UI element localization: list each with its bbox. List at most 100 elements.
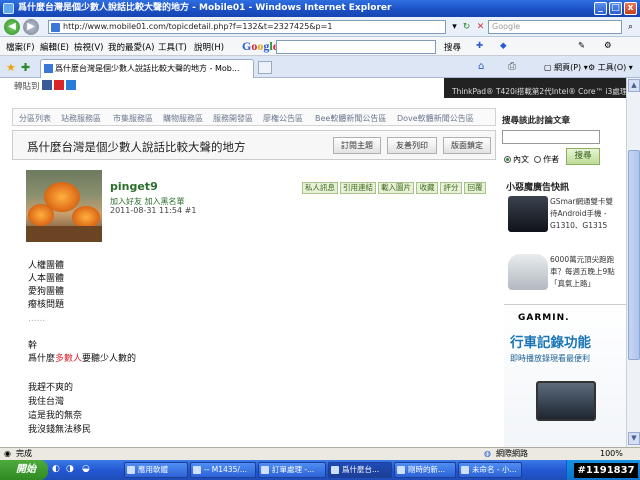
refresh-icon[interactable]: ↻ (460, 20, 473, 34)
forward-button[interactable]: ▶ (23, 19, 39, 35)
menu-file[interactable]: 檔案(F) (6, 41, 35, 53)
nav-item-service-dev[interactable]: 服務開發區 (213, 113, 253, 124)
google-search-button[interactable]: 搜尋 (444, 41, 461, 53)
post-username[interactable]: pinget9 (110, 180, 158, 193)
ie-icon (331, 466, 339, 474)
taskbar-item-notepad[interactable]: 未命名 - 小... (458, 462, 522, 478)
add-favorite-icon[interactable]: ✚ (21, 61, 30, 74)
taskbar-label: 剛時的新... (408, 465, 446, 474)
search-input[interactable]: Google (488, 20, 622, 34)
status-text: 完成 (16, 449, 32, 458)
post-line: 人權團體 (28, 261, 65, 271)
stop-icon[interactable]: ✕ (474, 20, 487, 34)
window-title: 爲什麼台灣是個少數人說話比較大聲的地方 - Mobile01 - Windows… (18, 3, 392, 13)
new-tab-button[interactable] (258, 61, 272, 74)
facebook-icon[interactable] (42, 80, 52, 90)
post-line: 我住台灣 (28, 397, 65, 407)
address-input[interactable]: http://www.mobile01.com/topicdetail.php?… (48, 20, 446, 34)
plurk-icon[interactable] (54, 80, 64, 90)
favorites-star-icon[interactable]: ★ (6, 61, 16, 74)
ad-car-text[interactable]: 6000萬元頂尖跑跑車？每週五晚上9點「真氣上路」 (550, 254, 620, 290)
page-menu[interactable]: ▢ 網頁(P) ▾ (544, 62, 588, 73)
tab-label: 爲什麼台灣是個少數人說話比較大聲的地方 - Mob... (55, 64, 240, 73)
sidebar-search-input[interactable] (502, 130, 600, 144)
thread-title: 爲什麼台灣是個少數人說話比較大聲的地方 (27, 140, 246, 154)
search-scope-radios: 內文 作者 (504, 154, 559, 165)
scroll-up-icon[interactable]: ▲ (628, 79, 640, 92)
menu-view[interactable]: 檢視(V) (74, 41, 103, 53)
nav-item-site-service[interactable]: 站務服務區 (61, 113, 101, 124)
nav-item-announcements[interactable]: 廖権公告區 (263, 113, 303, 124)
start-button[interactable]: 開始 (0, 460, 48, 480)
radio-author[interactable] (534, 156, 542, 163)
home-icon[interactable]: ⌂ (478, 61, 484, 72)
tools-menu[interactable]: ⚙ 工具(O) ▾ (588, 62, 633, 73)
toolbar-diamond-icon[interactable]: ◆ (500, 41, 507, 51)
nav-item-board-list[interactable]: 分區列表 (19, 113, 51, 124)
zoom-level[interactable]: 100% (600, 448, 623, 460)
tab-row: ★ ✚ 爲什麼台灣是個少數人說話比較大聲的地方 - Mob... ⌂ ⎙ ▢ 網… (0, 56, 640, 78)
page-icon (51, 23, 60, 32)
sidebar-search-button[interactable]: 搜尋 (566, 148, 600, 165)
close-button[interactable]: x (624, 2, 637, 15)
ad-car-image[interactable] (508, 254, 548, 290)
tab-current[interactable]: 爲什麼台灣是個少數人說話比較大聲的地方 - Mob... (40, 59, 254, 78)
quicklaunch-icon[interactable]: ◑ (66, 464, 74, 474)
radio-content[interactable] (504, 156, 511, 163)
google-toolbar-input[interactable] (276, 40, 436, 54)
vertical-scrollbar[interactable]: ▲ ▼ (626, 78, 640, 447)
done-icon: ◉ (4, 449, 11, 458)
garmin-ad[interactable]: GARMIN. 行車記錄功能 即時播放錄現看最便利 (504, 304, 626, 447)
taskbar-item-news[interactable]: 剛時的新... (394, 462, 456, 478)
menu-tools[interactable]: 工具(T) (158, 41, 187, 53)
favorite-button[interactable]: 收藏 (416, 182, 438, 194)
load-images-button[interactable]: 載入圖片 (378, 182, 414, 194)
print-icon[interactable]: ⎙ (508, 61, 516, 72)
toolbar-share-icon[interactable]: ✚ (476, 41, 483, 51)
twitter-icon[interactable] (66, 80, 76, 90)
scroll-thumb[interactable] (628, 150, 640, 360)
subscribe-button[interactable]: 訂閱主題 (333, 137, 381, 154)
nav-item-bee-news[interactable]: Bee軟體新聞公告區 (315, 113, 386, 124)
post-text: 爲什麼 (28, 354, 56, 364)
reply-button[interactable]: 回覆 (464, 182, 486, 194)
maximize-button[interactable]: □ (609, 2, 622, 15)
nav-item-dove-news[interactable]: Dove軟體新聞公告區 (397, 113, 474, 124)
avatar[interactable] (26, 170, 102, 242)
back-button[interactable]: ◀ (4, 19, 20, 35)
ad-section-title: 小惡魔廣告快訊 (506, 183, 570, 193)
rate-button[interactable]: 評分 (440, 182, 462, 194)
toolbar-options-icon[interactable]: ⚙ (604, 41, 612, 51)
google-logo: Google (242, 39, 278, 53)
post-date: 2011-08-31 11:54 #1 (110, 206, 197, 215)
taskbar-item-current-page[interactable]: 爲什麼台... (328, 462, 392, 478)
internet-zone-icon: ◍ (484, 449, 491, 458)
taskbar-item-orders[interactable]: 訂單處理 -... (258, 462, 326, 478)
lock-layout-button[interactable]: 版面鎖定 (443, 137, 491, 154)
taskbar-label: 應用軟體 (138, 465, 168, 474)
pumpkin-shape (28, 204, 54, 226)
taskbar-item-apps[interactable]: 應用軟體 (124, 462, 188, 478)
zone-text: 網際網路 (496, 449, 528, 458)
nav-item-market-service[interactable]: 市集服務區 (113, 113, 153, 124)
window-icon (193, 466, 201, 474)
nav-item-shopping-service[interactable]: 購物服務區 (163, 113, 203, 124)
thread-header: 爲什麼台灣是個少數人說話比較大聲的地方 訂閱主題 友善列印 版面鎖定 (12, 130, 496, 160)
taskbar-item-m1435[interactable]: -- M1435/... (190, 462, 256, 478)
wrench-icon[interactable]: ✎ (578, 41, 585, 51)
menu-help[interactable]: 說明(H) (194, 41, 224, 53)
menu-favorites[interactable]: 我的最愛(A) (108, 41, 154, 53)
scroll-down-icon[interactable]: ▼ (628, 432, 640, 445)
ad-phone-text[interactable]: GSmar網通雙卡雙待Android手機 - G1310、G1315 (550, 196, 620, 232)
thinkpad-banner[interactable]: ThinkPad® T420i搭載第2代Intel® Core™ i3處理器 (444, 78, 626, 98)
menu-edit[interactable]: 編輯(E) (40, 41, 69, 53)
quote-link-button[interactable]: 引用連結 (340, 182, 376, 194)
minimize-button[interactable]: _ (594, 2, 607, 15)
quicklaunch-icon[interactable]: ◒ (82, 464, 90, 474)
print-friendly-button[interactable]: 友善列印 (387, 137, 437, 154)
quicklaunch-icon[interactable]: ◐ (52, 464, 60, 474)
search-icon[interactable]: ⌕ (624, 20, 637, 34)
radio-content-label: 內文 (513, 155, 529, 164)
private-message-button[interactable]: 私人訊息 (302, 182, 338, 194)
ad-phone-image[interactable] (508, 196, 548, 232)
